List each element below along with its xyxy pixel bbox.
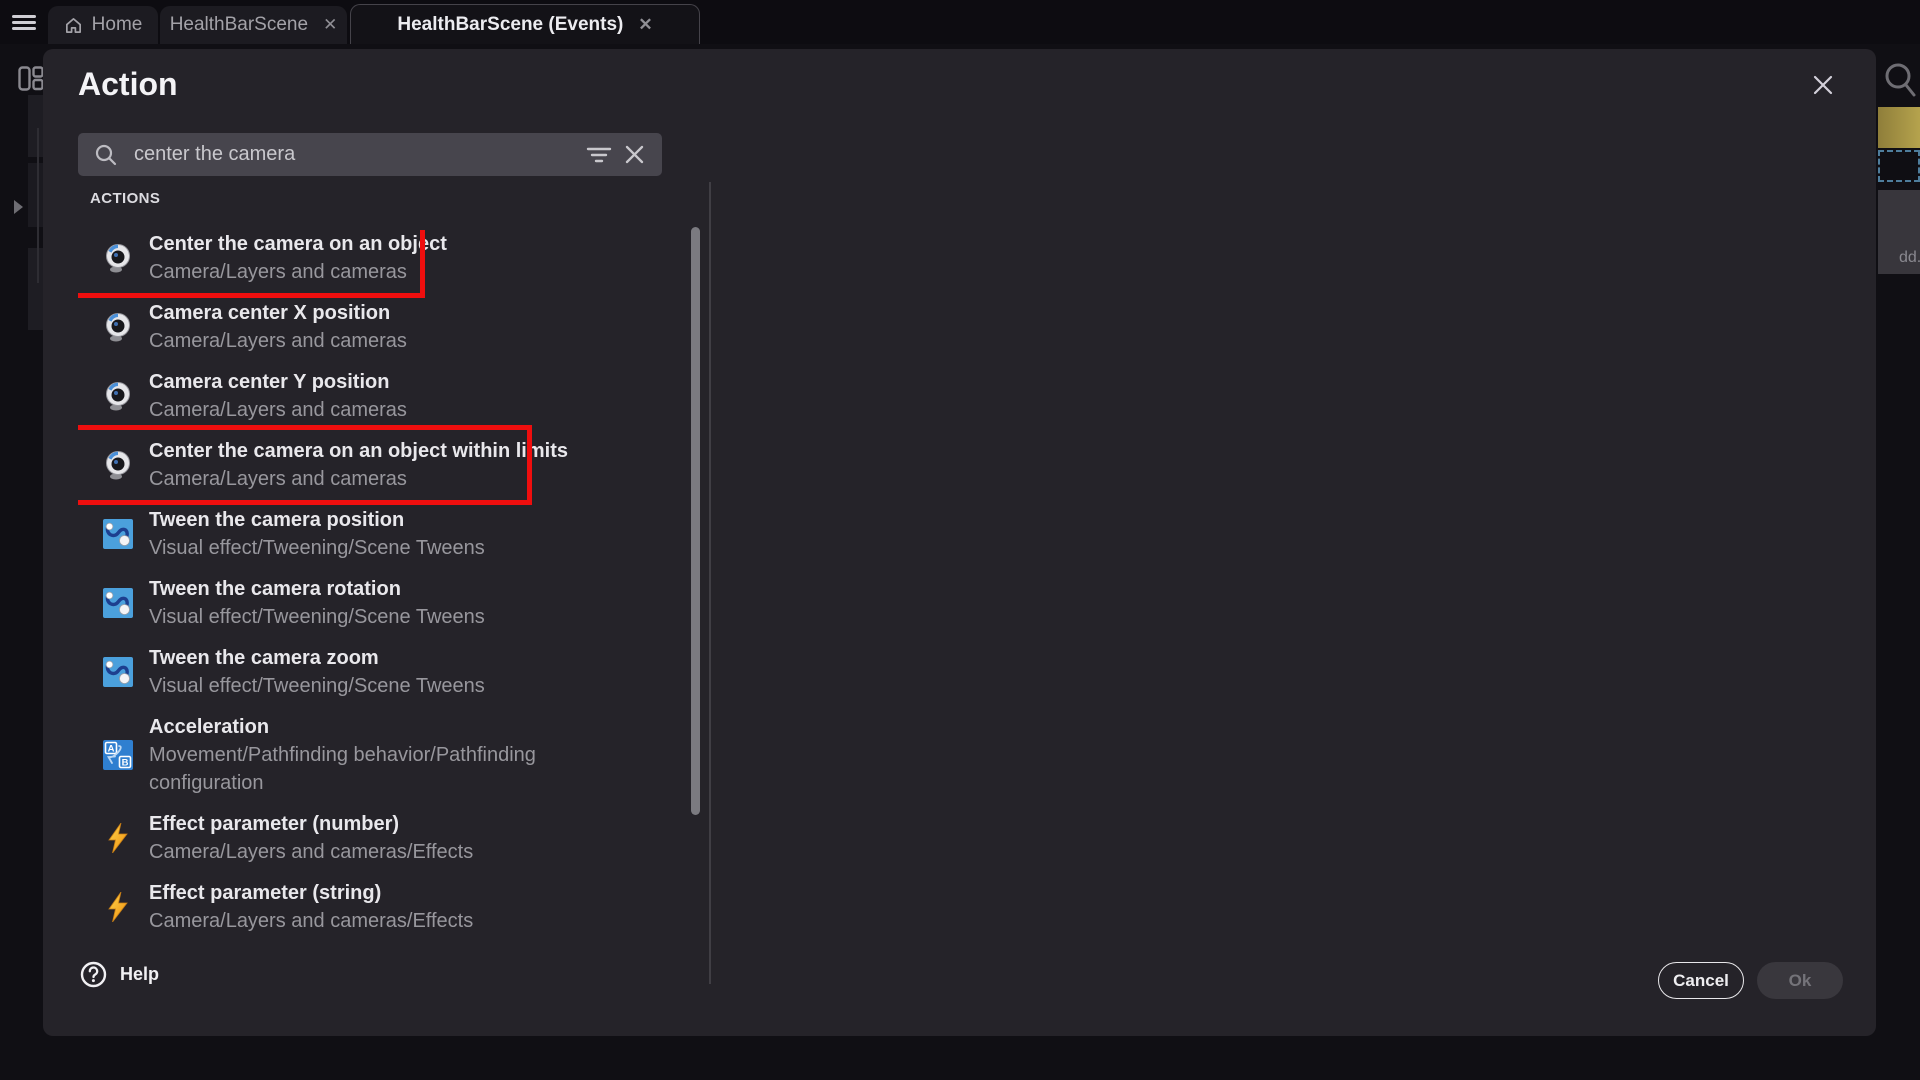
tab-healthbarscene[interactable]: HealthBarScene ✕ bbox=[160, 6, 347, 44]
tab-close-icon[interactable]: ✕ bbox=[323, 15, 337, 35]
action-list-item[interactable]: AB AccelerationMovement/Pathfinding behav… bbox=[78, 713, 640, 797]
action-list-item[interactable]: Camera center X positionCamera/Layers an… bbox=[78, 299, 640, 355]
tab-label: HealthBarScene bbox=[170, 14, 308, 36]
action-path: Visual effect/Tweening/Scene Tweens bbox=[149, 672, 485, 700]
action-list-item[interactable]: Center the camera on an object within li… bbox=[78, 437, 640, 493]
lightning-icon bbox=[103, 823, 133, 853]
tab-label: Home bbox=[92, 14, 143, 36]
svg-text:B: B bbox=[122, 758, 129, 769]
action-list-item[interactable]: Effect parameter (string)Camera/Layers a… bbox=[78, 879, 640, 935]
search-input[interactable] bbox=[134, 133, 554, 176]
close-icon[interactable] bbox=[1811, 73, 1839, 101]
events-panel-fragment bbox=[28, 95, 43, 157]
action-list-item[interactable]: Effect parameter (number)Camera/Layers a… bbox=[78, 810, 640, 866]
action-list-item[interactable]: Tween the camera positionVisual effect/T… bbox=[78, 506, 640, 562]
help-label: Help bbox=[120, 964, 159, 985]
expand-arrow-icon[interactable] bbox=[14, 200, 23, 214]
tab-home[interactable]: Home bbox=[48, 6, 158, 44]
tab-healthbarscene-events[interactable]: HealthBarScene (Events) ✕ bbox=[350, 4, 700, 44]
action-list-item[interactable]: Tween the camera rotationVisual effect/T… bbox=[78, 575, 640, 631]
tab-bar: Home HealthBarScene ✕ HealthBarScene (Ev… bbox=[0, 0, 1920, 44]
event-selection-fragment bbox=[1878, 150, 1920, 182]
action-title: Tween the camera zoom bbox=[149, 644, 485, 672]
action-title: Effect parameter (number) bbox=[149, 810, 473, 838]
action-title: Center the camera on an object bbox=[149, 230, 447, 258]
filter-icon[interactable] bbox=[586, 146, 612, 169]
action-title: Tween the camera position bbox=[149, 506, 485, 534]
action-path: Camera/Layers and cameras bbox=[149, 396, 407, 424]
scrollbar-thumb[interactable] bbox=[691, 227, 700, 815]
action-list-item[interactable]: Center the camera on an objectCamera/Lay… bbox=[78, 230, 640, 286]
tab-close-icon[interactable]: ✕ bbox=[638, 15, 652, 35]
truncated-text: dd... bbox=[1899, 249, 1920, 267]
action-title: Camera center Y position bbox=[149, 368, 407, 396]
lightning-icon bbox=[103, 892, 133, 922]
action-title: Camera center X position bbox=[149, 299, 407, 327]
search-icon bbox=[94, 143, 117, 171]
help-button[interactable]: Help bbox=[80, 961, 159, 988]
action-list-item[interactable]: Camera center Y positionCamera/Layers an… bbox=[78, 368, 640, 424]
action-path: Camera/Layers and cameras bbox=[149, 327, 407, 355]
action-results-list: Center the camera on an objectCamera/Lay… bbox=[78, 230, 640, 935]
tween-icon bbox=[103, 657, 133, 687]
events-panel-fragment bbox=[28, 248, 43, 330]
cancel-button[interactable]: Cancel bbox=[1658, 962, 1744, 999]
ok-button[interactable]: Ok bbox=[1757, 962, 1843, 999]
events-tree-line bbox=[37, 128, 39, 283]
action-path: Camera/Layers and cameras bbox=[149, 258, 447, 286]
svg-text:A: A bbox=[108, 744, 115, 755]
action-title: Tween the camera rotation bbox=[149, 575, 485, 603]
webcam-icon bbox=[103, 312, 133, 342]
webcam-icon bbox=[103, 381, 133, 411]
action-list-item[interactable]: Tween the camera zoomVisual effect/Tween… bbox=[78, 644, 640, 700]
tween-icon bbox=[103, 588, 133, 618]
panels-icon[interactable] bbox=[18, 66, 44, 97]
action-path: Camera/Layers and cameras bbox=[149, 465, 568, 493]
events-panel-fragment bbox=[28, 163, 43, 227]
dialog-title: Action bbox=[78, 66, 178, 103]
action-path: Movement/Pathfinding behavior/Pathfindin… bbox=[149, 741, 619, 797]
tween-icon bbox=[103, 519, 133, 549]
home-icon bbox=[64, 16, 83, 35]
help-icon bbox=[80, 961, 107, 988]
hamburger-icon[interactable] bbox=[12, 15, 36, 30]
action-title: Effect parameter (string) bbox=[149, 879, 473, 907]
clear-icon[interactable] bbox=[624, 144, 645, 170]
webcam-icon bbox=[103, 450, 133, 480]
list-divider bbox=[709, 182, 711, 984]
pathfinding-icon: AB bbox=[103, 740, 133, 770]
action-path: Camera/Layers and cameras/Effects bbox=[149, 907, 473, 935]
action-path: Camera/Layers and cameras/Effects bbox=[149, 838, 473, 866]
search-bar bbox=[78, 133, 662, 176]
action-title: Center the camera on an object within li… bbox=[149, 437, 568, 465]
tab-label: HealthBarScene (Events) bbox=[397, 14, 623, 36]
event-block-fragment bbox=[1878, 107, 1920, 148]
action-title: Acceleration bbox=[149, 713, 619, 741]
action-path: Visual effect/Tweening/Scene Tweens bbox=[149, 603, 485, 631]
action-dialog: Action bbox=[43, 49, 1876, 1036]
webcam-icon bbox=[103, 243, 133, 273]
section-header: ACTIONS bbox=[90, 190, 160, 207]
action-path: Visual effect/Tweening/Scene Tweens bbox=[149, 534, 485, 562]
search-icon[interactable] bbox=[1882, 60, 1916, 109]
